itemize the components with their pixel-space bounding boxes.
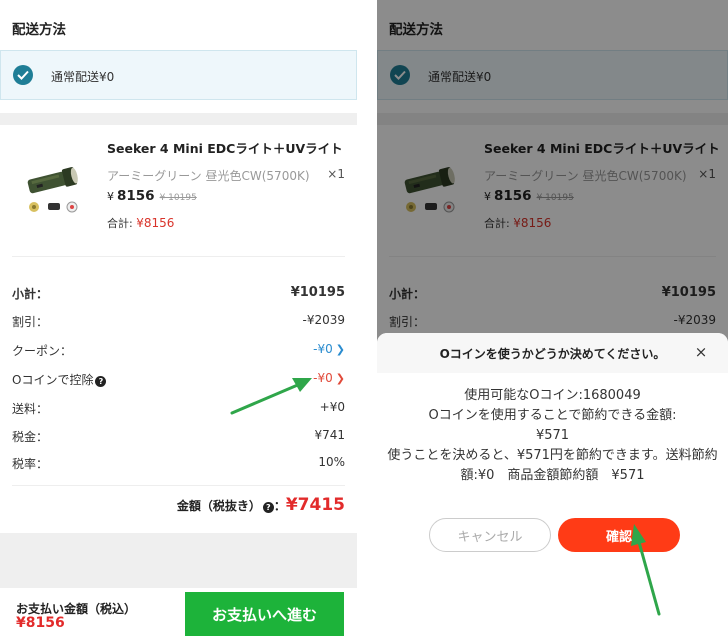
- coupon-row[interactable]: クーポン： -¥0 ❯: [12, 342, 345, 360]
- grand-total-sep: ：: [273, 499, 286, 513]
- dialog-title: Oコインを使うかどうか決めてください。: [439, 347, 666, 361]
- subtotal-value: ¥10195: [290, 285, 345, 300]
- tax-rate-row: 税率： 10%: [12, 455, 345, 473]
- tax-value: ¥741: [314, 428, 345, 442]
- checkout-screen-with-dialog: 配送方法 通常配送¥0 Seeker 4 Mini EDCライト＋UVライト ア…: [377, 0, 728, 638]
- item-total-value: ¥8156: [136, 216, 175, 230]
- discount-row: 割引： -¥2039: [12, 313, 345, 331]
- tax-rate-label: 税率：: [12, 457, 49, 471]
- coupon-label: クーポン：: [12, 344, 73, 358]
- grand-total-value: ¥7415: [285, 495, 345, 515]
- shipping-fee-value: +¥0: [319, 400, 345, 414]
- product-variant: アーミーグリーン 昼光色CW(5700K): [107, 169, 310, 183]
- product-name[interactable]: Seeker 4 Mini EDCライト＋UVライト: [107, 138, 345, 157]
- question-icon[interactable]: ?: [262, 502, 274, 513]
- checkout-screen: 配送方法 通常配送¥0 Seeker 4 Mini EDCライト＋UVライト ア…: [0, 0, 357, 638]
- cancel-button[interactable]: キャンセル: [429, 518, 551, 552]
- coupon-value[interactable]: -¥0 ❯: [313, 342, 345, 356]
- ocoin-label: Oコインで控除: [12, 373, 94, 387]
- chevron-right-icon: ❯: [335, 372, 345, 385]
- divider: [12, 485, 345, 486]
- ocoin-row[interactable]: Oコインで控除? -¥0 ❯: [12, 371, 345, 389]
- product-image[interactable]: [22, 165, 84, 217]
- ocoin-amount: -¥0: [313, 371, 333, 385]
- savings-label-text: Oコインを使用することで節約できる金額:: [428, 408, 677, 423]
- item-total: 合計: ¥8156: [107, 215, 174, 231]
- grand-total-label: 金額（税抜き）: [176, 499, 261, 513]
- item-total-label: 合計:: [107, 217, 133, 230]
- close-icon[interactable]: ×: [692, 343, 710, 361]
- product-price-row: ¥8156 ¥ 10195: [107, 188, 197, 204]
- pay-amount-value: ¥8156: [16, 615, 65, 631]
- ocoin-label-wrap: Oコインで控除?: [12, 371, 107, 388]
- product-quantity: ×1: [327, 167, 345, 181]
- order-card: Seeker 4 Mini EDCライト＋UVライト アーミーグリーン 昼光色C…: [0, 125, 357, 533]
- divider: [12, 256, 345, 257]
- grand-total-row: 金額（税抜き）? ：¥7415: [177, 495, 345, 515]
- yen-sign: ¥: [107, 190, 114, 203]
- subtotal-row: 小計： ¥10195: [12, 285, 345, 303]
- shipping-option-label: 通常配送¥0: [51, 70, 115, 84]
- savings-amount-text: ¥571: [535, 428, 570, 443]
- shipping-fee-label: 送料：: [12, 402, 49, 416]
- proceed-to-payment-button[interactable]: お支払いへ進む: [185, 592, 344, 636]
- ocoin-dialog: Oコインを使うかどうか決めてください。 × 使用可能なOコイン:1680049 …: [377, 333, 728, 638]
- checkout-footer: お支払い金額（税込） ¥8156 お支払いへ進む: [0, 588, 357, 638]
- shipping-option[interactable]: 通常配送¥0: [0, 50, 357, 100]
- available-ocoin-text: 使用可能なOコイン:1680049: [464, 388, 641, 403]
- discount-value: -¥2039: [302, 313, 345, 327]
- subtotal-label: 小計：: [12, 287, 49, 301]
- shipping-fee-row: 送料： +¥0: [12, 400, 345, 418]
- product-original-price: ¥ 10195: [159, 193, 197, 203]
- question-icon[interactable]: ?: [95, 376, 107, 387]
- confirm-button[interactable]: 確認: [558, 518, 680, 552]
- dialog-message: 使用可能なOコイン:1680049 Oコインを使用することで節約できる金額: ¥…: [385, 386, 720, 486]
- tax-rate-value: 10%: [318, 455, 345, 469]
- shipping-title: 配送方法: [12, 22, 66, 38]
- savings-detail-text: 使うことを決めると、¥571円を節約できます。送料節約額:¥0 商品金額節約額 …: [387, 448, 718, 483]
- tax-label: 税金：: [12, 430, 49, 444]
- tax-row: 税金： ¥741: [12, 428, 345, 446]
- chevron-right-icon: ❯: [335, 343, 345, 356]
- shipping-card: 配送方法 通常配送¥0: [0, 0, 357, 113]
- check-icon: [13, 65, 33, 85]
- ocoin-value[interactable]: -¥0 ❯: [313, 371, 345, 385]
- product-price: 8156: [117, 188, 155, 204]
- discount-label: 割引：: [12, 315, 49, 329]
- coupon-amount: -¥0: [313, 342, 333, 356]
- dialog-header: Oコインを使うかどうか決めてください。 ×: [377, 333, 728, 373]
